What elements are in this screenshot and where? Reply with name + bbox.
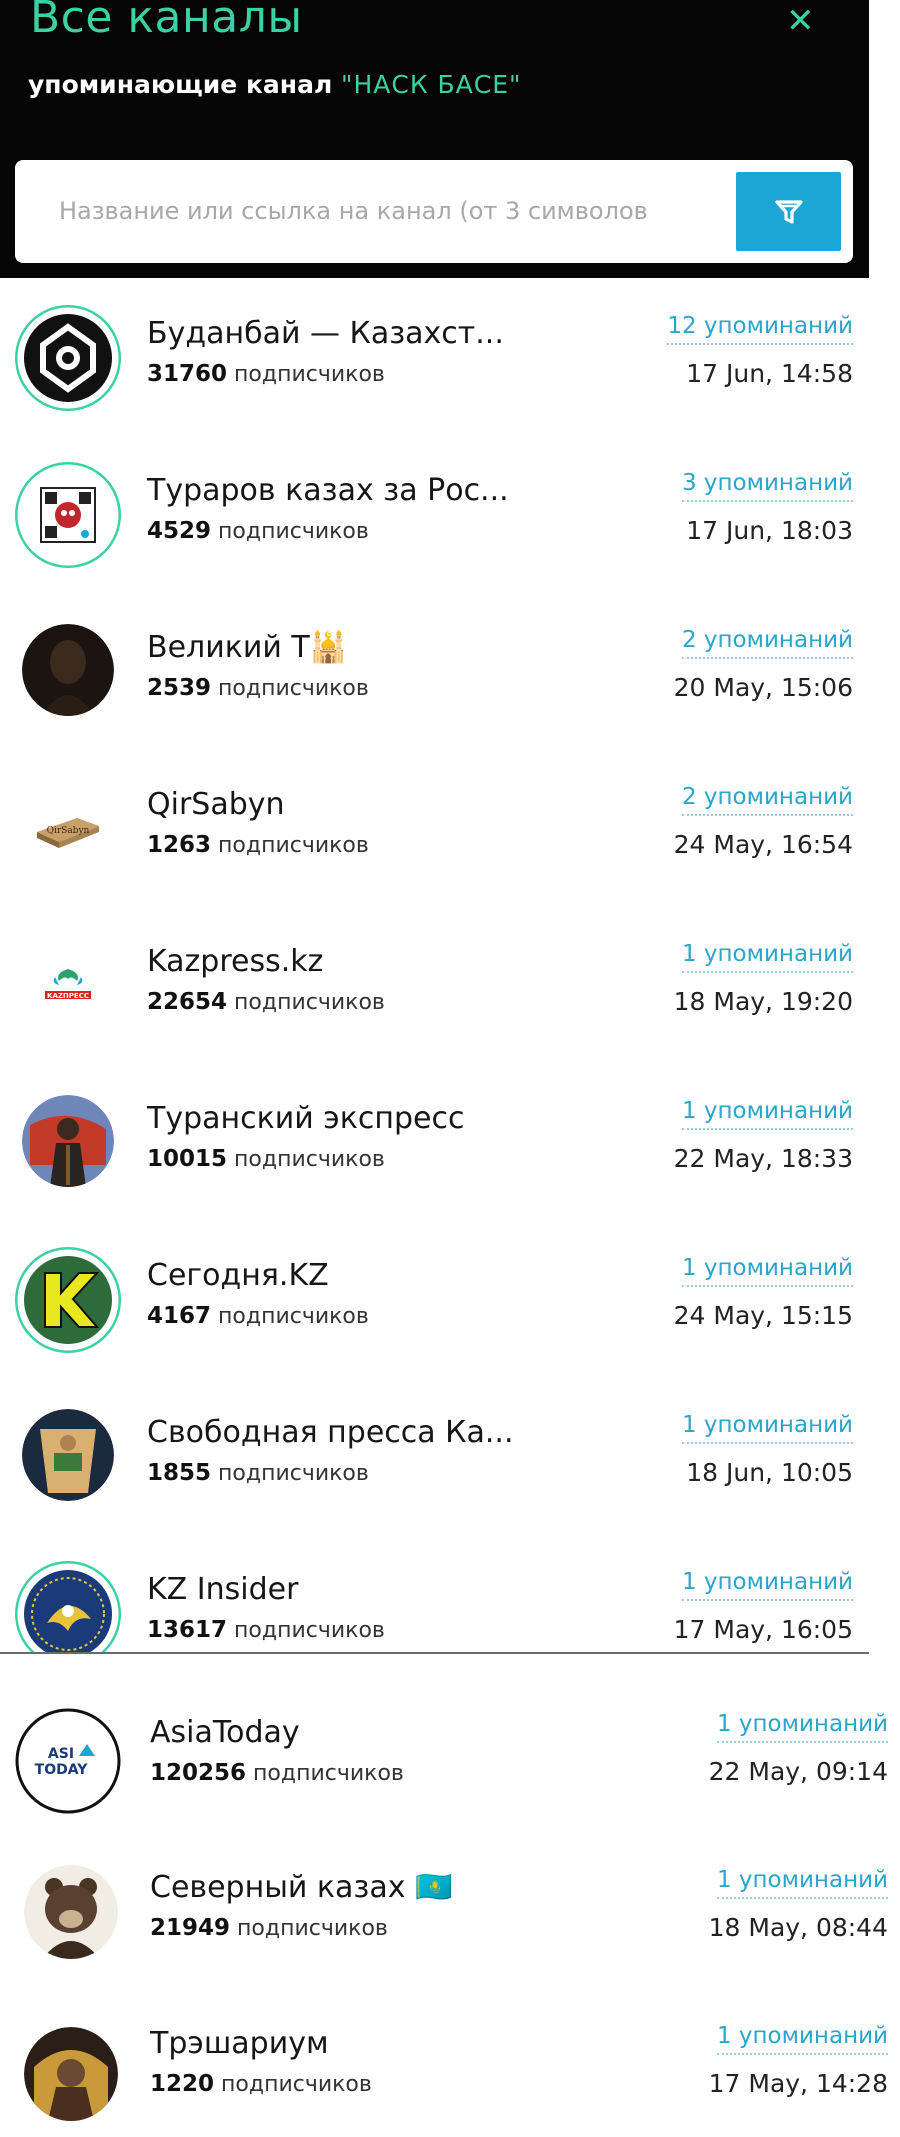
channel-name[interactable]: Северный казах 🇰🇿 xyxy=(150,1870,452,1905)
header: Все каналы ✕ упоминающие канал "НАСК БАС… xyxy=(0,0,869,278)
divider xyxy=(0,1652,869,1654)
list-item[interactable]: KZ Insider 13617 подписчиков 1 упоминани… xyxy=(0,1534,869,1653)
svg-text:TODAY: TODAY xyxy=(35,1762,89,1778)
subtitle-prefix: упоминающие канал xyxy=(28,70,333,99)
channel-name[interactable]: Буданбай — Казахст... xyxy=(147,316,504,351)
list-item[interactable]: Туранский экспресс 10015 подписчиков 1 у… xyxy=(0,1063,869,1220)
asiatoday-logo-text: ASI xyxy=(48,1746,74,1762)
channel-avatar xyxy=(24,2027,118,2121)
channel-avatar: KAZПРЕСС xyxy=(15,933,121,1039)
mentions-link[interactable]: 1 упоминаний xyxy=(716,2023,888,2055)
channel-name[interactable]: Туранский экспресс xyxy=(147,1101,464,1136)
list-item[interactable]: Буданбай — Казахст... 31760 подписчиков … xyxy=(0,278,869,435)
list-item[interactable]: QirSabyn QirSabyn 1263 подписчиков 2 упо… xyxy=(0,749,869,906)
mentions-link[interactable]: 3 упоминаний xyxy=(681,470,853,502)
mentions-link[interactable]: 1 упоминаний xyxy=(681,941,853,973)
channel-avatar xyxy=(22,624,114,716)
subtitle-channel: "НАСК БАСЕ" xyxy=(340,70,522,99)
list-item[interactable]: Свободная пресса Ка... 1855 подписчиков … xyxy=(0,1377,869,1534)
last-mention-date: 18 May, 08:44 xyxy=(708,1913,888,1942)
subscriber-count: 1263 подписчиков xyxy=(147,832,369,858)
channel-name[interactable]: QirSabyn xyxy=(147,787,285,822)
list-item[interactable]: ASI TODAY AsiaToday 120256 подписчиков 1… xyxy=(0,1655,900,1814)
page-title: Все каналы xyxy=(30,0,303,43)
last-mention-date: 20 May, 15:06 xyxy=(673,673,853,702)
last-mention-date: 24 May, 16:54 xyxy=(673,830,853,859)
list-item[interactable]: Северный казах 🇰🇿 21949 подписчиков 1 уп… xyxy=(0,1815,900,1972)
channel-avatar xyxy=(24,1865,118,1959)
list-item[interactable]: KAZПРЕСС Kazpress.kz 22654 подписчиков 1… xyxy=(0,906,869,1063)
subscriber-count: 10015 подписчиков xyxy=(147,1146,385,1172)
svg-text:KAZПРЕСС: KAZПРЕСС xyxy=(47,992,89,1000)
mentions-link[interactable]: 2 упоминаний xyxy=(681,784,853,816)
filter-button[interactable] xyxy=(736,172,841,251)
subscriber-count: 22654 подписчиков xyxy=(147,989,385,1015)
last-mention-date: 17 May, 16:05 xyxy=(673,1615,853,1644)
channel-avatar xyxy=(15,462,121,568)
channel-name[interactable]: Трэшариум xyxy=(150,2026,329,2061)
channel-name[interactable]: Сегодня.KZ xyxy=(147,1258,329,1293)
channel-avatar: ASI TODAY xyxy=(15,1708,121,1814)
search-input[interactable] xyxy=(59,188,729,234)
mentions-link[interactable]: 2 упоминаний xyxy=(681,627,853,659)
mentions-link[interactable]: 1 упоминаний xyxy=(681,1255,853,1287)
filter-icon xyxy=(774,199,803,224)
mentions-link[interactable]: 1 упоминаний xyxy=(716,1711,888,1743)
last-mention-date: 18 Jun, 10:05 xyxy=(686,1458,853,1487)
list-item[interactable]: Великий Т🕌 2539 подписчиков 2 упоминаний… xyxy=(0,592,869,749)
last-mention-date: 17 Jun, 18:03 xyxy=(686,516,853,545)
list-item[interactable]: Трэшариум 1220 подписчиков 1 упоминаний … xyxy=(0,1975,900,2132)
channel-name[interactable]: Свободная пресса Ка... xyxy=(147,1415,513,1450)
channel-name[interactable]: KZ Insider xyxy=(147,1572,298,1607)
subscriber-count: 31760 подписчиков xyxy=(147,361,385,387)
subscriber-count: 4529 подписчиков xyxy=(147,518,369,544)
svg-text:QirSabyn: QirSabyn xyxy=(47,826,90,836)
channel-avatar xyxy=(15,305,121,411)
channel-name[interactable]: Великий Т🕌 xyxy=(147,630,347,665)
subscriber-count: 2539 подписчиков xyxy=(147,675,369,701)
mentions-link[interactable]: 1 упоминаний xyxy=(681,1412,853,1444)
last-mention-date: 17 May, 14:28 xyxy=(708,2069,888,2098)
mentions-link[interactable]: 1 упоминаний xyxy=(681,1098,853,1130)
subscriber-count: 4167 подписчиков xyxy=(147,1303,369,1329)
last-mention-date: 22 May, 09:14 xyxy=(708,1757,888,1786)
subscriber-count: 21949 подписчиков xyxy=(150,1915,388,1941)
channel-avatar xyxy=(15,1247,121,1353)
channel-name[interactable]: Kazpress.kz xyxy=(147,944,323,979)
subscriber-count: 1855 подписчиков xyxy=(147,1460,369,1486)
last-mention-date: 17 Jun, 14:58 xyxy=(686,359,853,388)
last-mention-date: 22 May, 18:33 xyxy=(673,1144,853,1173)
list-item[interactable]: Сегодня.KZ 4167 подписчиков 1 упоминаний… xyxy=(0,1220,869,1377)
channel-name[interactable]: Тураров казах за Рос... xyxy=(147,473,509,508)
channel-list: Буданбай — Казахст... 31760 подписчиков … xyxy=(0,278,869,1653)
channel-avatar: QirSabyn xyxy=(15,776,121,882)
list-item[interactable]: Тураров казах за Рос... 4529 подписчиков… xyxy=(0,435,869,592)
mentions-link[interactable]: 12 упоминаний xyxy=(667,313,853,345)
subscriber-count: 1220 подписчиков xyxy=(150,2071,372,2097)
channel-avatar xyxy=(15,1561,121,1653)
close-icon[interactable]: ✕ xyxy=(786,4,815,38)
channel-avatar xyxy=(22,1095,114,1187)
last-mention-date: 18 May, 19:20 xyxy=(673,987,853,1016)
channel-name[interactable]: AsiaToday xyxy=(150,1715,300,1750)
channel-avatar xyxy=(22,1409,114,1501)
channel-list-continued: ASI TODAY AsiaToday 120256 подписчиков 1… xyxy=(0,1655,900,2137)
last-mention-date: 24 May, 15:15 xyxy=(673,1301,853,1330)
subscriber-count: 13617 подписчиков xyxy=(147,1617,385,1643)
subtitle: упоминающие канал "НАСК БАСЕ" xyxy=(28,70,522,99)
mentions-link[interactable]: 1 упоминаний xyxy=(716,1867,888,1899)
search-box xyxy=(15,160,853,263)
subscriber-count: 120256 подписчиков xyxy=(150,1760,404,1786)
mentions-link[interactable]: 1 упоминаний xyxy=(681,1569,853,1601)
